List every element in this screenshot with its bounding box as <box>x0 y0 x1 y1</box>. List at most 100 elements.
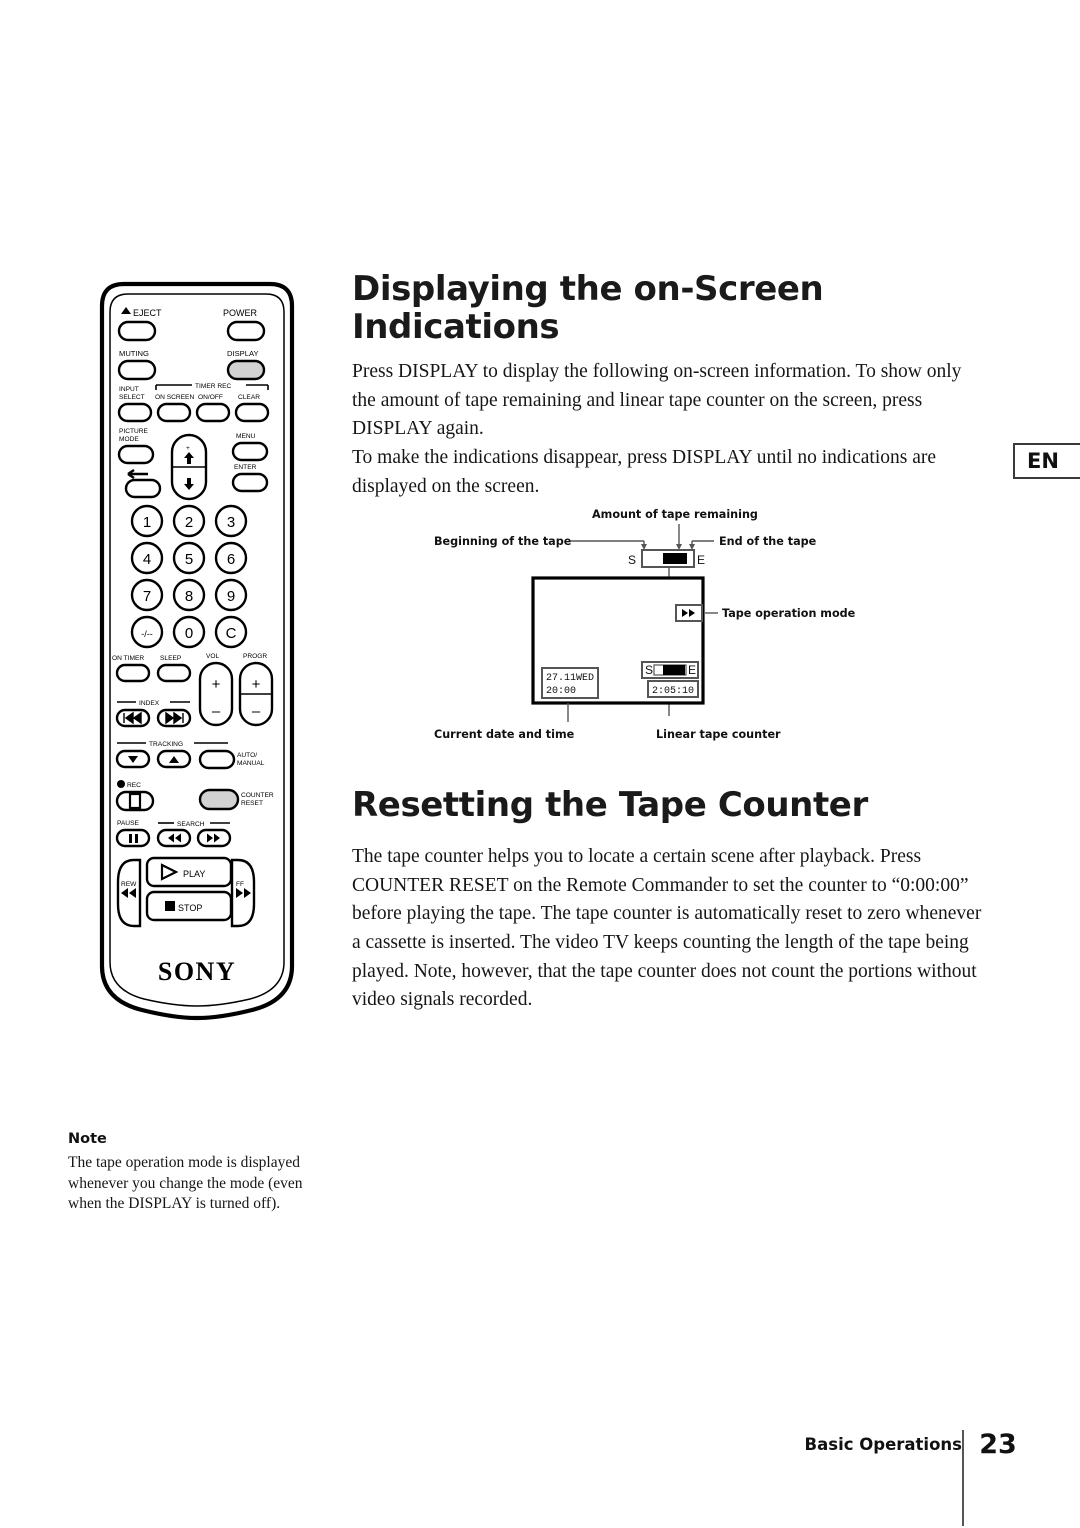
vol-plus-label: + <box>212 676 221 693</box>
menu-button[interactable] <box>231 441 269 462</box>
tape-remaining-bar: S E <box>628 549 705 568</box>
stop-button[interactable]: STOP <box>145 890 233 922</box>
tracking-up-button[interactable] <box>156 749 192 769</box>
eject-button[interactable] <box>117 320 157 342</box>
clear-button[interactable] <box>234 402 270 423</box>
key-4-label: 4 <box>143 551 151 568</box>
key-1[interactable]: 1 <box>130 504 164 538</box>
on-timer-button[interactable] <box>115 663 151 683</box>
key-0[interactable]: 0 <box>172 615 206 649</box>
stop-label: STOP <box>178 903 202 913</box>
on-off-button[interactable] <box>195 402 231 423</box>
reset-paragraph-1: The tape counter helps you to locate a c… <box>352 846 982 1011</box>
pause-label: PAUSE <box>117 820 139 827</box>
pause-button[interactable] <box>115 828 151 848</box>
key-7-label: 7 <box>143 588 151 605</box>
display-label: DISPLAY <box>227 349 259 358</box>
index-back-button[interactable] <box>115 708 151 728</box>
key-9[interactable]: 9 <box>214 578 248 612</box>
key-6[interactable]: 6 <box>214 541 248 575</box>
input-select-button[interactable] <box>117 402 153 423</box>
progr-plus-label: + <box>252 676 261 693</box>
picture-mode-button[interactable] <box>117 444 155 465</box>
sleep-label: SLEEP <box>160 655 182 662</box>
reset-text-block: The tape counter helps you to locate a c… <box>352 843 982 1015</box>
footer-divider <box>962 1430 964 1526</box>
on-screen-label: ON SCREEN <box>155 394 194 401</box>
channel-rocker-group[interactable]: + <box>170 433 208 501</box>
key-6-label: 6 <box>227 551 235 568</box>
key-0-label: 0 <box>185 625 193 642</box>
record-dot-icon <box>117 780 125 788</box>
remote-commander-figure: .lbl { font-family: "Liberation Sans", s… <box>88 272 306 1032</box>
vol-minus-label: – <box>212 703 221 720</box>
intro-paragraph-1: Press DISPLAY to display the following o… <box>352 361 962 440</box>
page-title-resetting: Resetting the Tape Counter <box>352 785 868 825</box>
page-title-displaying: Displaying the on-Screen Indications <box>352 269 824 348</box>
callout-current-date-time: Current date and time <box>434 728 575 741</box>
progr-label: PROGR <box>243 653 267 660</box>
picture-mode-label-2: MODE <box>119 436 139 443</box>
tracking-down-button[interactable] <box>115 749 151 769</box>
display-button-group: DISPLAY <box>226 349 266 381</box>
rec-button[interactable] <box>115 790 155 812</box>
index-forward-button[interactable] <box>156 708 192 728</box>
rew-button[interactable]: REW <box>116 858 142 928</box>
tape-bar-end-label: E <box>697 553 705 567</box>
linear-counter-display: 2:05:10 <box>647 680 699 698</box>
callout-beginning: Beginning of the tape <box>434 535 572 548</box>
tracking-label: TRACKING <box>149 741 183 748</box>
muting-button[interactable] <box>117 359 157 381</box>
vol-label: VOL <box>206 653 220 660</box>
tape-bar-fill <box>663 553 687 564</box>
play-button[interactable]: PLAY <box>145 856 233 888</box>
intro-text-block: Press DISPLAY to display the following o… <box>352 358 977 501</box>
counter-reset-button[interactable] <box>198 788 240 811</box>
counter-reset-label-2: RESET <box>241 800 263 807</box>
on-screen-button[interactable] <box>156 402 192 423</box>
inner-bar-fill <box>663 665 685 675</box>
tape-operation-mode-indicator <box>675 604 703 622</box>
counter-reset-label-1: COUNTER <box>241 792 274 799</box>
clear-label: CLEAR <box>238 394 260 401</box>
display-button[interactable] <box>226 359 266 381</box>
index-label: INDEX <box>139 700 160 707</box>
search-label: SEARCH <box>177 821 205 828</box>
power-button[interactable] <box>226 320 266 342</box>
sony-logo: SONY <box>158 957 236 986</box>
intro-paragraph-2: To make the indications disappear, press… <box>352 446 937 497</box>
auto-manual-group: AUTO/ MANUAL <box>198 749 265 770</box>
key-4[interactable]: 4 <box>130 541 164 575</box>
page-footer: Basic Operations 23 <box>700 1424 1020 1526</box>
stop-square-icon <box>165 901 175 911</box>
sleep-button[interactable] <box>156 663 192 683</box>
key-c[interactable]: C <box>214 615 248 649</box>
date-time-display: 27.11WED 20:00 <box>541 667 599 699</box>
key-8-label: 8 <box>185 588 193 605</box>
manual-page: .lbl { font-family: "Liberation Sans", s… <box>0 0 1080 1528</box>
on-timer-group: ON TIMER <box>112 655 151 683</box>
enter-button[interactable] <box>231 472 269 493</box>
key-dash[interactable]: -/-- <box>130 615 164 649</box>
callout-linear-tape-counter: Linear tape counter <box>656 728 781 741</box>
key-3[interactable]: 3 <box>214 504 248 538</box>
auto-manual-button[interactable] <box>198 749 236 770</box>
search-back-button[interactable] <box>156 828 192 848</box>
key-8[interactable]: 8 <box>172 578 206 612</box>
back-button[interactable] <box>124 478 162 499</box>
search-forward-button[interactable] <box>196 828 232 848</box>
key-7[interactable]: 7 <box>130 578 164 612</box>
timer-rec-label: TIMER REC <box>195 383 232 390</box>
inner-tape-bar: S E <box>641 661 699 679</box>
key-5[interactable]: 5 <box>172 541 206 575</box>
eject-label: EJECT <box>133 308 162 318</box>
key-2-label: 2 <box>185 514 193 531</box>
ff-button[interactable]: FF <box>230 858 256 928</box>
on-off-label: ON/OFF <box>198 394 223 401</box>
callout-amount-remaining: Amount of tape remaining <box>592 508 758 521</box>
ff-label: FF <box>236 881 244 888</box>
key-2[interactable]: 2 <box>172 504 206 538</box>
language-tab-label: EN <box>1027 449 1059 473</box>
key-5-label: 5 <box>185 551 193 568</box>
key-1-label: 1 <box>143 514 151 531</box>
